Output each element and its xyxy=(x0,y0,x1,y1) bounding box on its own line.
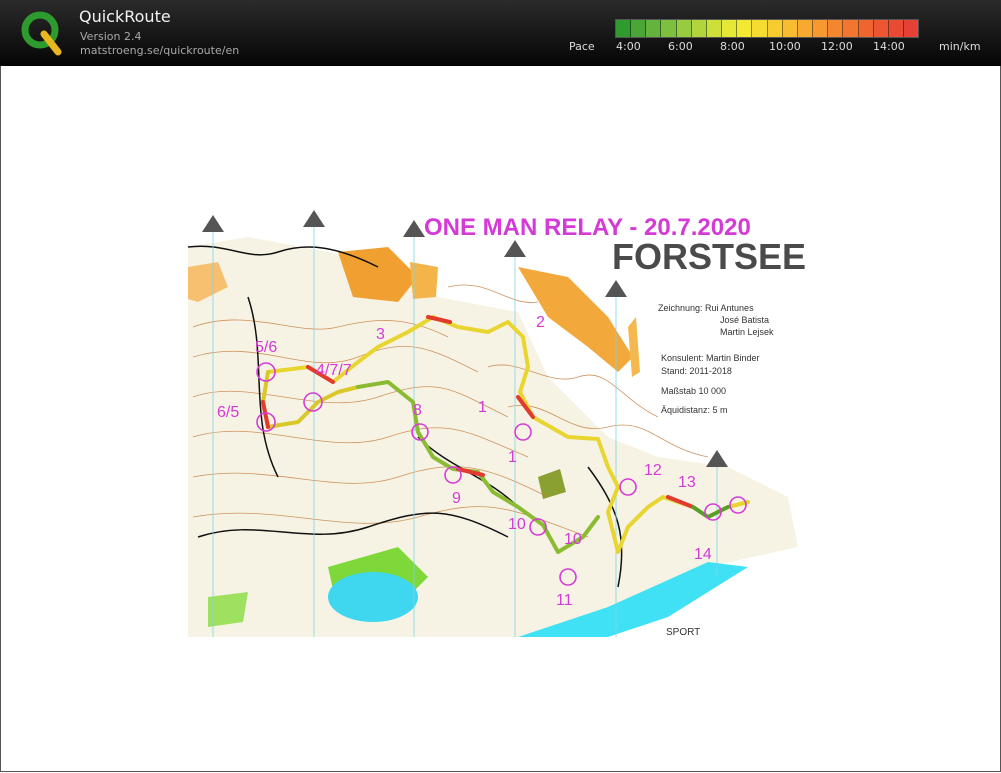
pace-color-segment xyxy=(858,20,874,37)
pace-color-segment xyxy=(616,20,632,37)
control-label: 1 xyxy=(478,399,487,416)
map-location: FORSTSEE xyxy=(612,236,806,277)
credit-consultant: Konsulent: Martin Binder xyxy=(661,353,760,363)
pace-color-segment xyxy=(828,20,844,37)
pace-color-segment xyxy=(843,20,859,37)
app-url-link[interactable]: matstroeng.se/quickroute/en xyxy=(80,44,239,57)
pace-color-segment xyxy=(782,20,798,37)
pace-tick: 14:00 xyxy=(873,40,905,53)
control-label: 2 xyxy=(536,314,545,331)
control-label: 12 xyxy=(644,462,662,479)
quickroute-logo-icon xyxy=(21,11,62,56)
app-header: QuickRoute Version 2.4 matstroeng.se/qui… xyxy=(0,0,1001,66)
sport-logo-text: SPORT xyxy=(666,627,700,637)
control-label: 8 xyxy=(413,402,422,419)
pace-tick: 12:00 xyxy=(821,40,853,53)
pace-color-segment xyxy=(752,20,768,37)
pace-color-segment xyxy=(661,20,677,37)
control-label: 6/5 xyxy=(217,404,239,421)
credit-drawing-2: José Batista xyxy=(720,315,769,325)
control-label: 1 xyxy=(508,449,517,466)
control-label: 9 xyxy=(452,490,461,507)
control-label: 10 xyxy=(508,516,526,533)
orienteering-map-image[interactable]: ONE MAN RELAY - 20.7.2020 FORSTSEE Zeich… xyxy=(188,207,810,637)
pace-color-segment xyxy=(676,20,692,37)
credit-date: Stand: 2011-2018 xyxy=(661,366,732,376)
pace-tick: 6:00 xyxy=(668,40,693,53)
pace-color-segment xyxy=(767,20,783,37)
pace-label: Pace xyxy=(569,40,595,53)
pace-unit: min/km xyxy=(939,40,981,53)
app-title: QuickRoute xyxy=(79,7,171,26)
pace-color-segment xyxy=(646,20,662,37)
pace-color-scale xyxy=(615,19,919,38)
pace-color-segment xyxy=(691,20,707,37)
pace-color-segment xyxy=(706,20,723,37)
pace-tick: 8:00 xyxy=(720,40,745,53)
control-label: 4/7/7 xyxy=(316,362,352,379)
control-label: 5/6 xyxy=(255,339,277,356)
pace-color-segment xyxy=(631,20,647,37)
credit-drawing-3: Martin Lejsek xyxy=(720,327,774,337)
control-label: 10 xyxy=(564,531,582,548)
control-label: 3 xyxy=(376,326,385,343)
app-version: Version 2.4 xyxy=(80,30,142,43)
credit-contour: Äquidistanz: 5 m xyxy=(661,405,728,415)
credit-drawing: Zeichnung: Rui Antunes xyxy=(658,303,754,313)
pace-color-segment xyxy=(737,20,753,37)
control-label: 14 xyxy=(694,546,712,563)
pace-tick: 4:00 xyxy=(616,40,641,53)
pace-color-segment xyxy=(797,20,814,37)
pace-color-segment xyxy=(813,20,829,37)
pace-color-segment xyxy=(722,20,738,37)
credit-scale: Maßstab 10 000 xyxy=(661,386,726,396)
control-label: 13 xyxy=(678,474,696,491)
pace-tick: 10:00 xyxy=(769,40,801,53)
control-label: 11 xyxy=(556,592,573,609)
pace-color-segment xyxy=(903,20,919,37)
pace-color-segment xyxy=(873,20,889,37)
pace-color-segment xyxy=(888,20,904,37)
